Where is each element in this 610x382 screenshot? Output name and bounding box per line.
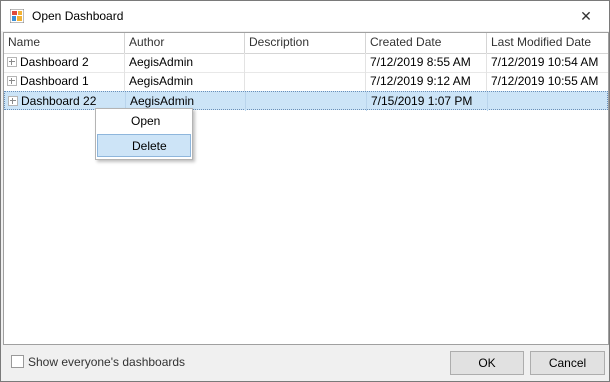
close-icon: ✕	[580, 7, 592, 24]
close-button[interactable]: ✕	[563, 1, 609, 31]
ok-button[interactable]: OK	[450, 351, 524, 375]
dashboard-grid: Name Author Description Created Date Las…	[3, 32, 609, 345]
context-menu-delete[interactable]: Delete	[97, 134, 191, 157]
column-header-description[interactable]: Description	[245, 33, 366, 53]
column-header-name[interactable]: Name	[4, 33, 125, 53]
cell-description	[245, 53, 366, 72]
cell-author: AegisAdmin	[125, 53, 245, 72]
cell-modified-date	[488, 92, 607, 111]
column-header-created-date[interactable]: Created Date	[366, 33, 487, 53]
table-row[interactable]: Dashboard 2 AegisAdmin 7/12/2019 8:55 AM…	[4, 53, 608, 73]
show-everyones-dashboards-checkbox[interactable]	[11, 355, 24, 368]
cell-modified-date: 7/12/2019 10:54 AM	[491, 55, 599, 69]
context-menu: Open Delete	[95, 108, 193, 160]
cell-name: Dashboard 2	[16, 53, 125, 72]
window-title: Open Dashboard	[32, 9, 124, 23]
table-row[interactable]: Dashboard 1 AegisAdmin 7/12/2019 9:12 AM…	[4, 72, 608, 92]
cell-created-date: 7/12/2019 8:55 AM	[366, 53, 487, 72]
open-dashboard-dialog: Open Dashboard ✕ Name Author Description…	[0, 0, 610, 382]
dashboard-icon	[10, 9, 24, 23]
cancel-button[interactable]: Cancel	[530, 351, 605, 375]
show-everyones-dashboards-label[interactable]: Show everyone's dashboards	[28, 355, 185, 369]
cell-created-date: 7/15/2019 1:07 PM	[367, 92, 488, 111]
title-bar: Open Dashboard ✕	[1, 1, 609, 31]
context-menu-open[interactable]: Open	[97, 110, 191, 133]
cell-author: AegisAdmin	[125, 72, 245, 91]
cell-created-date: 7/12/2019 9:12 AM	[366, 72, 487, 91]
cell-description	[245, 72, 366, 91]
cell-modified-date: 7/12/2019 10:55 AM	[491, 74, 599, 88]
column-header-last-modified-date[interactable]: Last Modified Date	[487, 33, 608, 53]
grid-header: Name Author Description Created Date Las…	[4, 33, 608, 54]
cell-description	[246, 92, 367, 111]
cell-name: Dashboard 1	[16, 72, 125, 91]
column-header-author[interactable]: Author	[125, 33, 245, 53]
